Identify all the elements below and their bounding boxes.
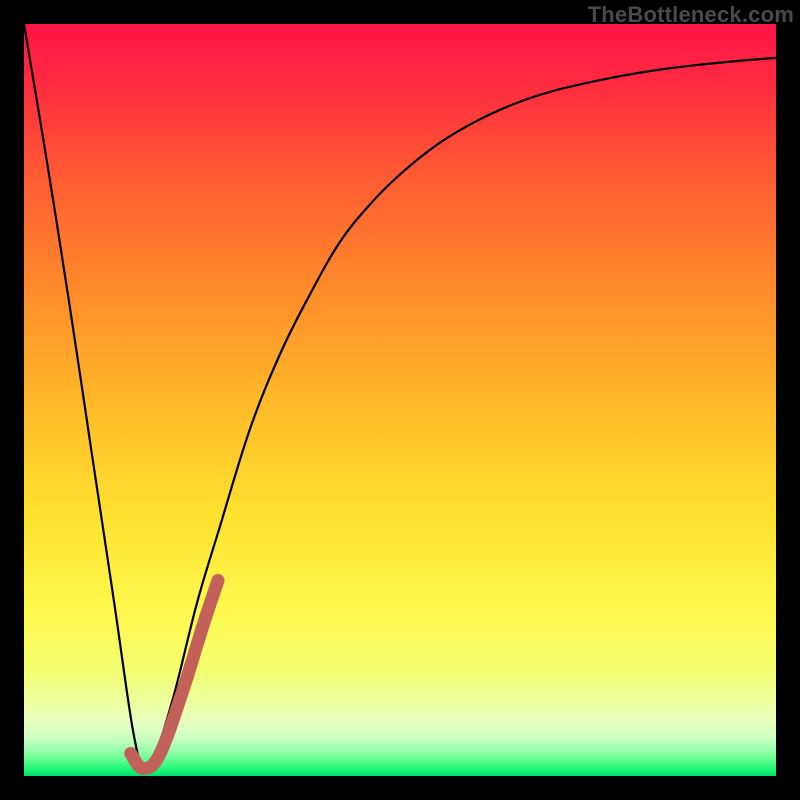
plot-area bbox=[24, 24, 776, 776]
chart-frame: TheBottleneck.com bbox=[0, 0, 800, 800]
gradient-background bbox=[24, 24, 776, 776]
watermark-text: TheBottleneck.com bbox=[588, 2, 794, 28]
plot-svg bbox=[24, 24, 776, 776]
